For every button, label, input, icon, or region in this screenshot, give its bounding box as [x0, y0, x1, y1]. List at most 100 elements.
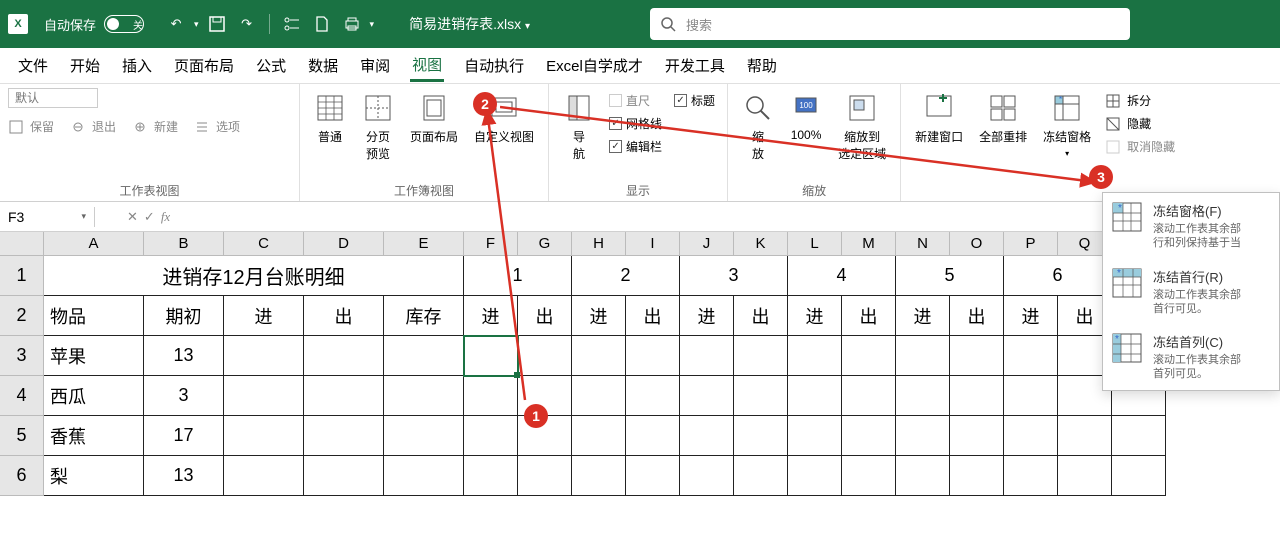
cell[interactable] — [734, 456, 788, 496]
unhide-button[interactable]: 取消隐藏 — [1105, 138, 1175, 155]
cell[interactable] — [788, 416, 842, 456]
options-button[interactable]: 选项 — [194, 118, 240, 135]
cell[interactable] — [518, 336, 572, 376]
col-header-M[interactable]: M — [842, 232, 896, 256]
cell[interactable] — [734, 376, 788, 416]
cell[interactable]: 3 — [144, 376, 224, 416]
header-cell[interactable]: 进 — [224, 296, 304, 336]
page-break-button[interactable]: 分页 预览 — [356, 88, 400, 166]
row-header-3[interactable]: 3 — [0, 336, 44, 376]
header-cell[interactable]: 出 — [734, 296, 788, 336]
cell[interactable] — [464, 416, 518, 456]
cell[interactable]: 13 — [144, 456, 224, 496]
day-header-cell[interactable]: 2 — [572, 256, 680, 296]
worksheet-grid[interactable]: ABCDEFGHIJKLMNOPQR 1进销存12月台账明细12345672物品… — [0, 232, 1280, 496]
cell[interactable] — [464, 376, 518, 416]
day-header-cell[interactable]: 1 — [464, 256, 572, 296]
sheet-view-default[interactable] — [8, 88, 98, 108]
cell[interactable] — [464, 456, 518, 496]
split-button[interactable]: 拆分 — [1105, 92, 1175, 109]
col-header-F[interactable]: F — [464, 232, 518, 256]
cell[interactable] — [626, 336, 680, 376]
header-cell[interactable]: 出 — [304, 296, 384, 336]
header-cell[interactable]: 出 — [626, 296, 680, 336]
exit-button[interactable]: 退出 — [70, 118, 116, 135]
header-cell[interactable]: 进 — [572, 296, 626, 336]
row-header-1[interactable]: 1 — [0, 256, 44, 296]
tab-home[interactable]: 开始 — [68, 51, 102, 80]
header-cell[interactable]: 出 — [842, 296, 896, 336]
cell[interactable] — [734, 416, 788, 456]
cell[interactable] — [464, 336, 518, 376]
col-header-A[interactable]: A — [44, 232, 144, 256]
col-header-H[interactable]: H — [572, 232, 626, 256]
header-cell[interactable]: 出 — [950, 296, 1004, 336]
cell[interactable]: 17 — [144, 416, 224, 456]
name-box[interactable]: F3 ▾ — [0, 207, 95, 227]
col-header-L[interactable]: L — [788, 232, 842, 256]
cell[interactable] — [1112, 456, 1166, 496]
day-header-cell[interactable]: 5 — [896, 256, 1004, 296]
cell[interactable] — [572, 376, 626, 416]
cell[interactable] — [950, 376, 1004, 416]
cell[interactable] — [950, 456, 1004, 496]
day-header-cell[interactable]: 6 — [1004, 256, 1112, 296]
col-header-C[interactable]: C — [224, 232, 304, 256]
keep-button[interactable]: 保留 — [8, 118, 54, 135]
autosave-toggle[interactable]: 自动保存 关 — [44, 15, 144, 34]
freeze-panes-item[interactable]: * 冻结窗格(F) 滚动工作表其余部 行和列保持基于当 — [1103, 193, 1279, 259]
cell[interactable]: 西瓜 — [44, 376, 144, 416]
col-header-K[interactable]: K — [734, 232, 788, 256]
cell[interactable] — [304, 456, 384, 496]
day-header-cell[interactable]: 3 — [680, 256, 788, 296]
col-header-E[interactable]: E — [384, 232, 464, 256]
tab-file[interactable]: 文件 — [16, 51, 50, 80]
tab-review[interactable]: 审阅 — [358, 51, 392, 80]
col-header-G[interactable]: G — [518, 232, 572, 256]
col-header-B[interactable]: B — [144, 232, 224, 256]
col-header-I[interactable]: I — [626, 232, 680, 256]
tab-autorun[interactable]: 自动执行 — [462, 51, 526, 80]
col-header-N[interactable]: N — [896, 232, 950, 256]
print-preview-icon[interactable] — [340, 12, 364, 36]
gridlines-checkbox[interactable]: ✓网格线 — [609, 115, 662, 132]
cell[interactable] — [518, 456, 572, 496]
touch-mode-icon[interactable] — [280, 12, 304, 36]
cell[interactable] — [1004, 416, 1058, 456]
cell[interactable] — [224, 376, 304, 416]
tab-excel-learn[interactable]: Excel自学成才 — [544, 51, 645, 80]
headings-checkbox[interactable]: ✓标题 — [674, 92, 715, 109]
page-layout-button[interactable]: 页面布局 — [404, 88, 464, 149]
cell[interactable] — [384, 336, 464, 376]
cell[interactable] — [304, 416, 384, 456]
header-cell[interactable]: 进 — [788, 296, 842, 336]
cell[interactable]: 13 — [144, 336, 224, 376]
cell[interactable] — [572, 456, 626, 496]
cell[interactable] — [1004, 336, 1058, 376]
normal-view-button[interactable]: 普通 — [308, 88, 352, 149]
cell[interactable] — [224, 416, 304, 456]
save-icon[interactable] — [205, 12, 229, 36]
cell[interactable] — [680, 416, 734, 456]
cell[interactable] — [950, 336, 1004, 376]
new-file-icon[interactable] — [310, 12, 334, 36]
row-header-6[interactable]: 6 — [0, 456, 44, 496]
toggle-switch[interactable]: 关 — [104, 15, 144, 33]
cell[interactable] — [950, 416, 1004, 456]
ruler-checkbox[interactable]: 直尺 — [609, 92, 662, 109]
cell[interactable] — [224, 336, 304, 376]
cell[interactable] — [304, 336, 384, 376]
zoom-selection-button[interactable]: 缩放到 选定区域 — [832, 88, 892, 166]
cell[interactable] — [734, 336, 788, 376]
cell[interactable] — [896, 456, 950, 496]
cell[interactable]: 梨 — [44, 456, 144, 496]
cell[interactable] — [680, 336, 734, 376]
tab-page-layout[interactable]: 页面布局 — [172, 51, 236, 80]
freeze-top-row-item[interactable]: * 冻结首行(R) 滚动工作表其余部 首行可见。 — [1103, 259, 1279, 325]
col-header-J[interactable]: J — [680, 232, 734, 256]
tab-data[interactable]: 数据 — [306, 51, 340, 80]
header-cell[interactable]: 进 — [464, 296, 518, 336]
header-cell[interactable]: 库存 — [384, 296, 464, 336]
day-header-cell[interactable]: 4 — [788, 256, 896, 296]
cell[interactable] — [1004, 376, 1058, 416]
